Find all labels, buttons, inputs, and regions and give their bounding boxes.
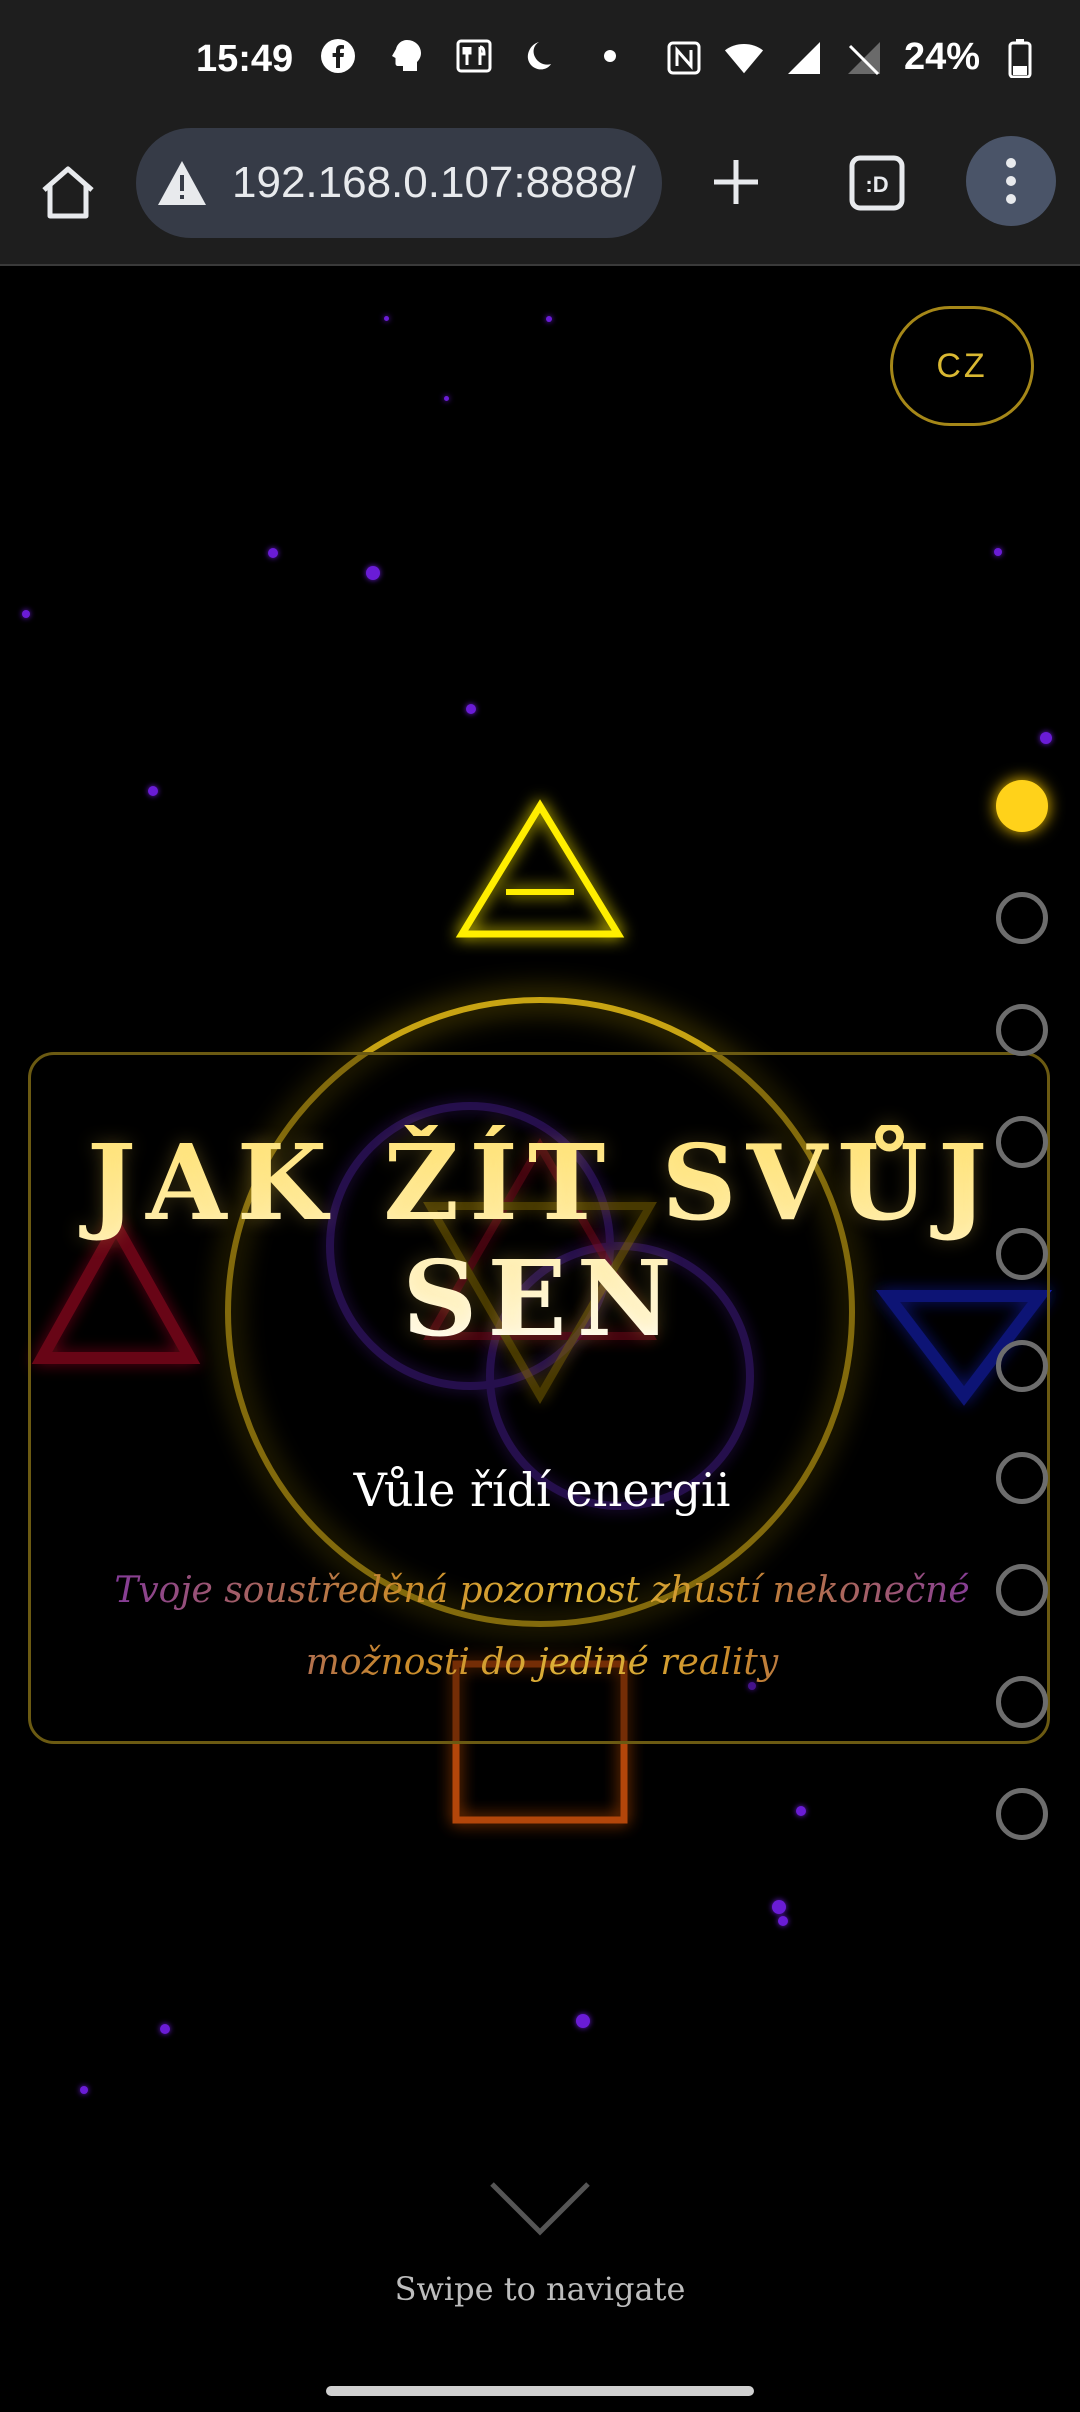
menu-button[interactable]: [966, 136, 1056, 226]
tab-switcher-button[interactable]: :D: [846, 152, 908, 214]
nfc-icon: [664, 38, 704, 78]
nav-dot-1[interactable]: [996, 780, 1048, 832]
home-button[interactable]: [36, 160, 100, 224]
status-time: 15:49: [196, 38, 294, 80]
facebook-icon: [318, 36, 358, 76]
system-icons: 24%: [664, 36, 1040, 79]
wifi-icon: [724, 38, 764, 78]
dot-icon: [590, 36, 630, 76]
restaurant-icon: [454, 36, 494, 76]
card-description: Tvoje soustředěná pozornost zhustí nekon…: [71, 1555, 1013, 1699]
content-card: JAK ŽÍT SVŮJ SEN Vůle řídí energii Tvoje…: [28, 1052, 1050, 1744]
home-icon: [42, 166, 94, 219]
address-bar[interactable]: 192.168.0.107:8888/: [136, 128, 662, 238]
page-title: JAK ŽÍT SVŮJ SEN: [31, 1125, 1053, 1357]
nav-dot-2[interactable]: [996, 892, 1048, 944]
svg-text::D: :D: [865, 172, 888, 197]
chevron-down-icon[interactable]: [488, 2178, 592, 2238]
swipe-hint: Swipe to navigate: [394, 2270, 686, 2308]
battery-percent: 24%: [903, 36, 980, 78]
air-triangle-icon: [455, 799, 625, 938]
nav-dot-10[interactable]: [996, 1788, 1048, 1840]
nav-dot-3[interactable]: [996, 1004, 1048, 1056]
language-toggle-button[interactable]: CZ: [890, 306, 1034, 426]
nav-dot-4[interactable]: [996, 1116, 1048, 1168]
url-text: 192.168.0.107:8888/: [232, 158, 636, 207]
new-tab-button[interactable]: [704, 150, 768, 214]
cell-signal-icon: [784, 38, 824, 78]
notification-icons: [318, 36, 630, 76]
nav-dot-5[interactable]: [996, 1228, 1048, 1280]
nav-dot-7[interactable]: [996, 1452, 1048, 1504]
section-nav: [996, 780, 1052, 1900]
plus-icon: [714, 160, 758, 204]
no-sim-icon: [844, 38, 884, 78]
more-vertical-icon: [1006, 158, 1016, 204]
nav-dot-6[interactable]: [996, 1340, 1048, 1392]
card-subtitle: Vůle řídí energii: [353, 1463, 731, 1517]
page-content: CZ JAK ŽÍT SVŮJ SEN Vůle řídí energii Tv…: [0, 266, 1080, 2412]
profile-icon: [386, 36, 426, 76]
tab-switcher-icon: :D: [849, 155, 905, 211]
title-line-2: SEN: [402, 1237, 682, 1360]
warning-icon: [158, 161, 206, 205]
nav-dot-8[interactable]: [996, 1564, 1048, 1616]
gesture-navigation-bar[interactable]: [326, 2386, 754, 2396]
moon-icon: [522, 36, 562, 76]
title-line-1: JAK ŽÍT SVŮJ: [86, 1121, 998, 1244]
status-bar: 15:49 24%: [0, 0, 1080, 122]
browser-toolbar: 192.168.0.107:8888/ :D: [0, 122, 1080, 266]
nav-dot-9[interactable]: [996, 1676, 1048, 1728]
battery-icon: [1000, 38, 1040, 78]
